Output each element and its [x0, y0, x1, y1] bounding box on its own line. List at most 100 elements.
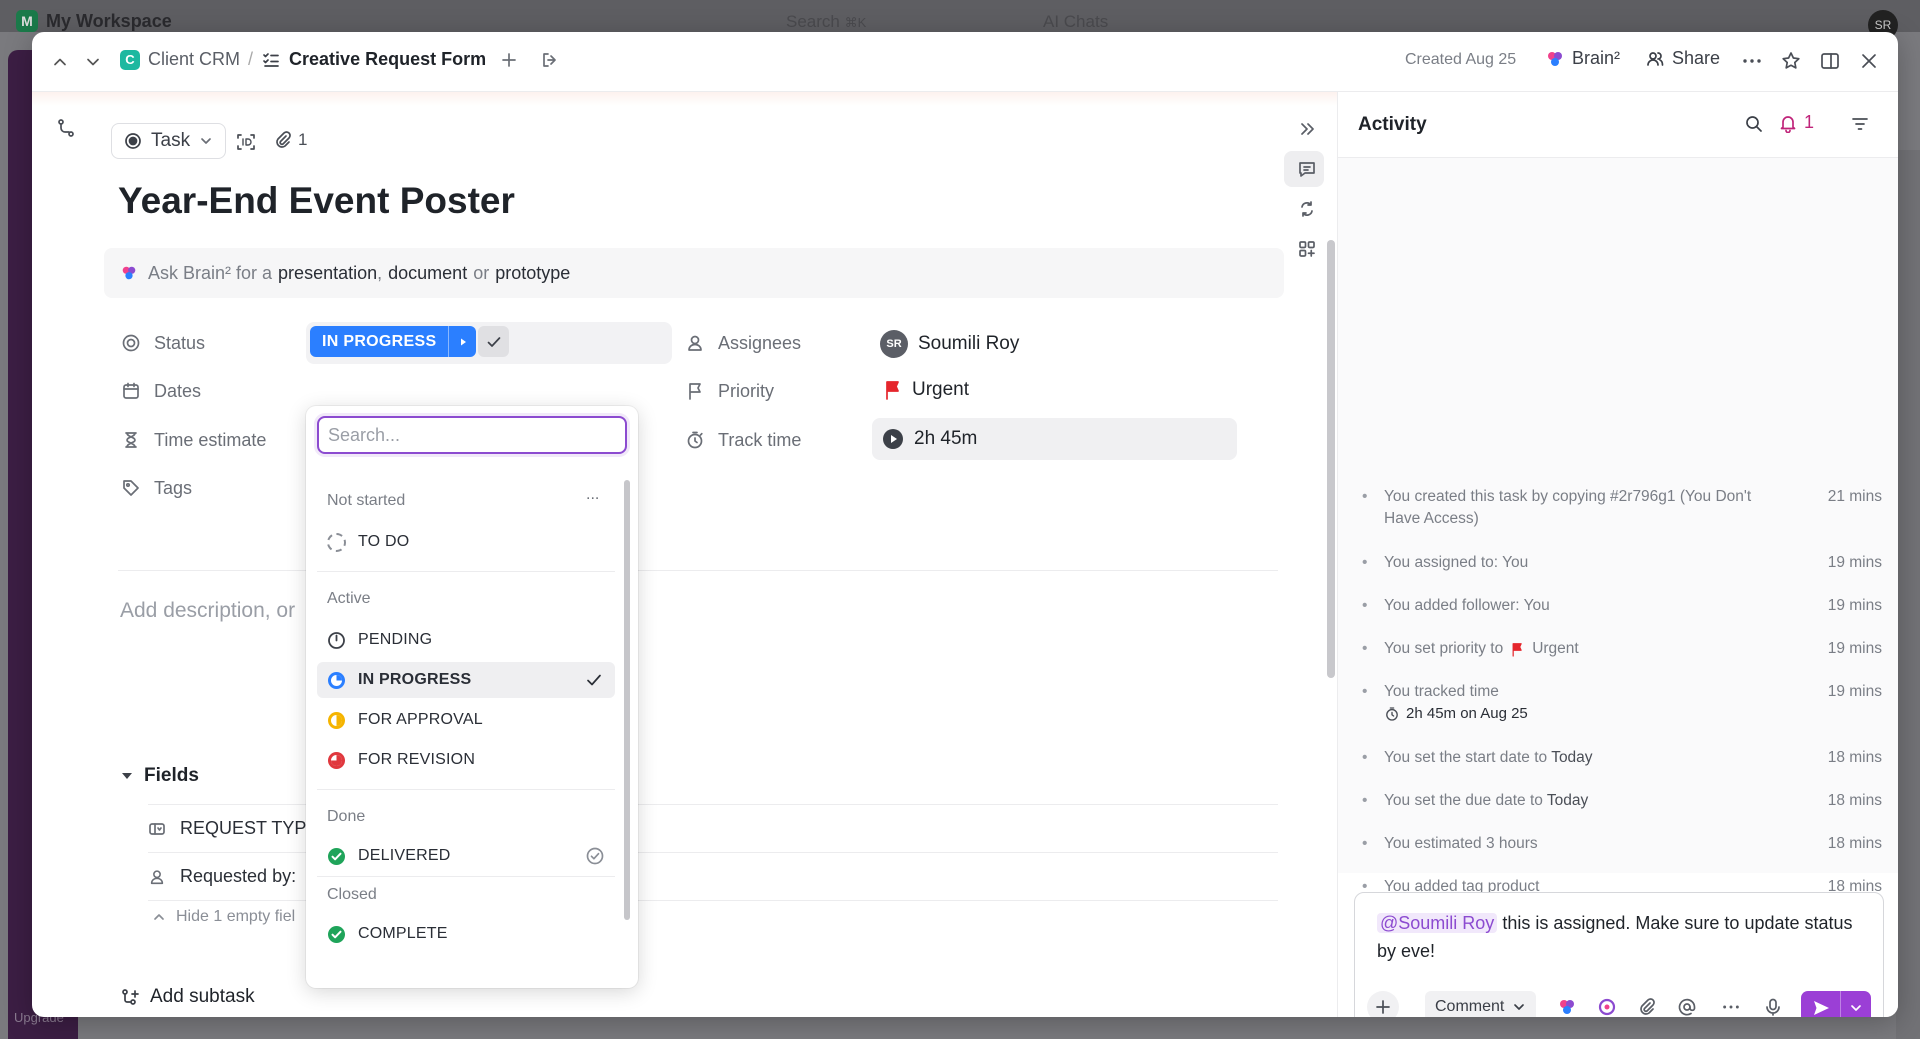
person-icon [684, 332, 706, 354]
more-options-icon[interactable] [1739, 48, 1765, 74]
brain-button[interactable]: Brain² [1545, 48, 1620, 69]
add-attachment-plus-icon[interactable] [1367, 991, 1399, 1017]
next-status-arrow-icon[interactable] [448, 326, 476, 357]
mention-at-icon[interactable] [1675, 995, 1699, 1017]
add-subtask-button[interactable]: Add subtask [120, 986, 255, 1008]
status-option-todo[interactable]: TO DO [317, 524, 615, 560]
task-type-label: Task [151, 130, 191, 151]
description-input[interactable]: Add description, or [120, 599, 295, 623]
assignee[interactable]: SR Soumili Roy [880, 330, 1019, 358]
relationship-icon[interactable] [54, 116, 78, 140]
hide-empty-fields-toggle[interactable]: Hide 1 empty fiel [152, 908, 295, 926]
activity-text: You set the due date to Today [1384, 792, 1589, 809]
mark-complete-icon[interactable] [478, 326, 509, 357]
request-type-field[interactable]: REQUEST TYP [148, 818, 306, 839]
apps-grid-icon[interactable] [1294, 236, 1320, 262]
track-time-field[interactable]: 2h 45m [872, 418, 1237, 460]
star-icon[interactable] [1778, 48, 1804, 74]
group-options-button[interactable]: ... [586, 486, 599, 504]
group-active: Active [327, 590, 371, 607]
activity-entry: • You tracked time 2h 45m on Aug 25 19 m… [1362, 681, 1882, 725]
more-options-icon[interactable] [1719, 995, 1743, 1017]
pending-status-icon [327, 631, 346, 650]
mention-tag[interactable]: @Soumili Roy [1377, 913, 1498, 933]
integrations-icon[interactable] [1294, 196, 1320, 222]
dropdown-field-icon [148, 820, 166, 838]
activity-highlight: Today [1546, 792, 1589, 809]
breadcrumb-space[interactable]: Client CRM [148, 49, 240, 70]
brain-prompt-text: Ask Brain² for a [148, 262, 273, 283]
attachments-count[interactable]: 1 [274, 130, 307, 150]
assignee-avatar: SR [880, 330, 908, 358]
bullet: • [1362, 554, 1368, 571]
comments-icon[interactable] [1294, 156, 1320, 182]
chevron-up-icon[interactable] [46, 48, 74, 76]
activity-time: 18 mins [1827, 749, 1882, 766]
tracked-time-detail: 2h 45m on Aug 25 [1384, 703, 1528, 725]
task-title[interactable]: Year-End Event Poster [118, 180, 515, 222]
fields-section-toggle[interactable]: Fields [120, 765, 199, 787]
status-search-input[interactable] [317, 416, 627, 454]
activity-time: 18 mins [1827, 792, 1882, 809]
comment-type-selector[interactable]: Comment [1425, 991, 1537, 1017]
background-topbar [0, 0, 1920, 32]
chevron-down-icon[interactable] [1841, 991, 1871, 1017]
assignees-label: Assignees [684, 332, 801, 354]
breadcrumb-separator: / [248, 49, 254, 69]
brain-option-prototype[interactable]: prototype [495, 263, 570, 284]
ask-brain-bar[interactable]: Ask Brain² for a presentation, document … [104, 248, 1284, 298]
group-separator [317, 789, 615, 790]
task-id-icon[interactable] [234, 130, 258, 154]
status-option-delivered[interactable]: DELIVERED [317, 838, 615, 874]
task-type-selector[interactable]: Task [111, 123, 227, 159]
brain-icon[interactable] [1555, 995, 1579, 1017]
selected-check-icon [585, 671, 603, 689]
sidebar-layout-icon[interactable] [1817, 48, 1843, 74]
comment-composer[interactable]: @Soumili Roy this is assigned. Make sure… [1354, 892, 1884, 1017]
brain-option-document[interactable]: document [388, 263, 467, 284]
chevron-down-icon[interactable] [79, 48, 107, 76]
activity-highlight: Urgent [1532, 640, 1579, 657]
close-icon[interactable] [1856, 48, 1882, 74]
content-scrollbar[interactable] [1327, 240, 1335, 678]
activity-entry: • You created this task by copying #2r79… [1362, 486, 1882, 530]
stopwatch-icon [1384, 706, 1400, 722]
share-button[interactable]: Share [1645, 48, 1720, 69]
notifications-button[interactable]: 1 [1778, 112, 1814, 133]
move-out-icon[interactable] [540, 50, 560, 70]
microphone-icon[interactable] [1761, 995, 1785, 1017]
person-icon [148, 868, 166, 886]
send-comment-button[interactable] [1801, 991, 1871, 1017]
activity-header: Activity 1 [1338, 92, 1898, 158]
bullet: • [1362, 835, 1368, 852]
status-option-pending[interactable]: PENDING [317, 622, 615, 658]
breadcrumb: C Client CRM / Creative Request Form [120, 49, 560, 70]
bullet: • [1362, 792, 1368, 809]
status-option-for-approval[interactable]: FOR APPROVAL [317, 702, 615, 738]
mark-complete-circle-icon[interactable] [585, 846, 605, 866]
priority-value[interactable]: Urgent [884, 379, 969, 401]
breadcrumb-list[interactable]: Creative Request Form [289, 49, 486, 70]
filter-icon[interactable] [1848, 112, 1872, 136]
workspace-avatar: M [16, 10, 38, 32]
status-option-complete[interactable]: COMPLETE [317, 916, 615, 952]
play-icon[interactable] [882, 428, 904, 450]
task-type-icon [124, 132, 142, 150]
brain-option-presentation[interactable]: presentation [278, 263, 377, 284]
brain-prompt-or: or [473, 262, 490, 283]
comment-text[interactable]: @Soumili Roy this is assigned. Make sure… [1377, 909, 1867, 965]
activity-text: You estimated 3 hours [1384, 835, 1538, 852]
status-option-in-progress[interactable]: IN PROGRESS [317, 662, 615, 698]
activity-text: You tracked time [1384, 683, 1499, 700]
chevron-down-icon [199, 134, 213, 148]
paperclip-icon[interactable] [1635, 995, 1659, 1017]
collapse-panel-icon[interactable] [1294, 116, 1320, 142]
subtask-icon [120, 987, 140, 1007]
dropdown-scrollbar[interactable] [624, 480, 630, 920]
plus-icon[interactable] [500, 51, 518, 69]
clickup-icon[interactable] [1595, 995, 1619, 1017]
search-icon[interactable] [1742, 112, 1766, 136]
status-button[interactable]: IN PROGRESS [310, 326, 477, 357]
status-option-for-revision[interactable]: FOR REVISION [317, 742, 615, 778]
requested-by-field[interactable]: Requested by: [148, 866, 296, 887]
